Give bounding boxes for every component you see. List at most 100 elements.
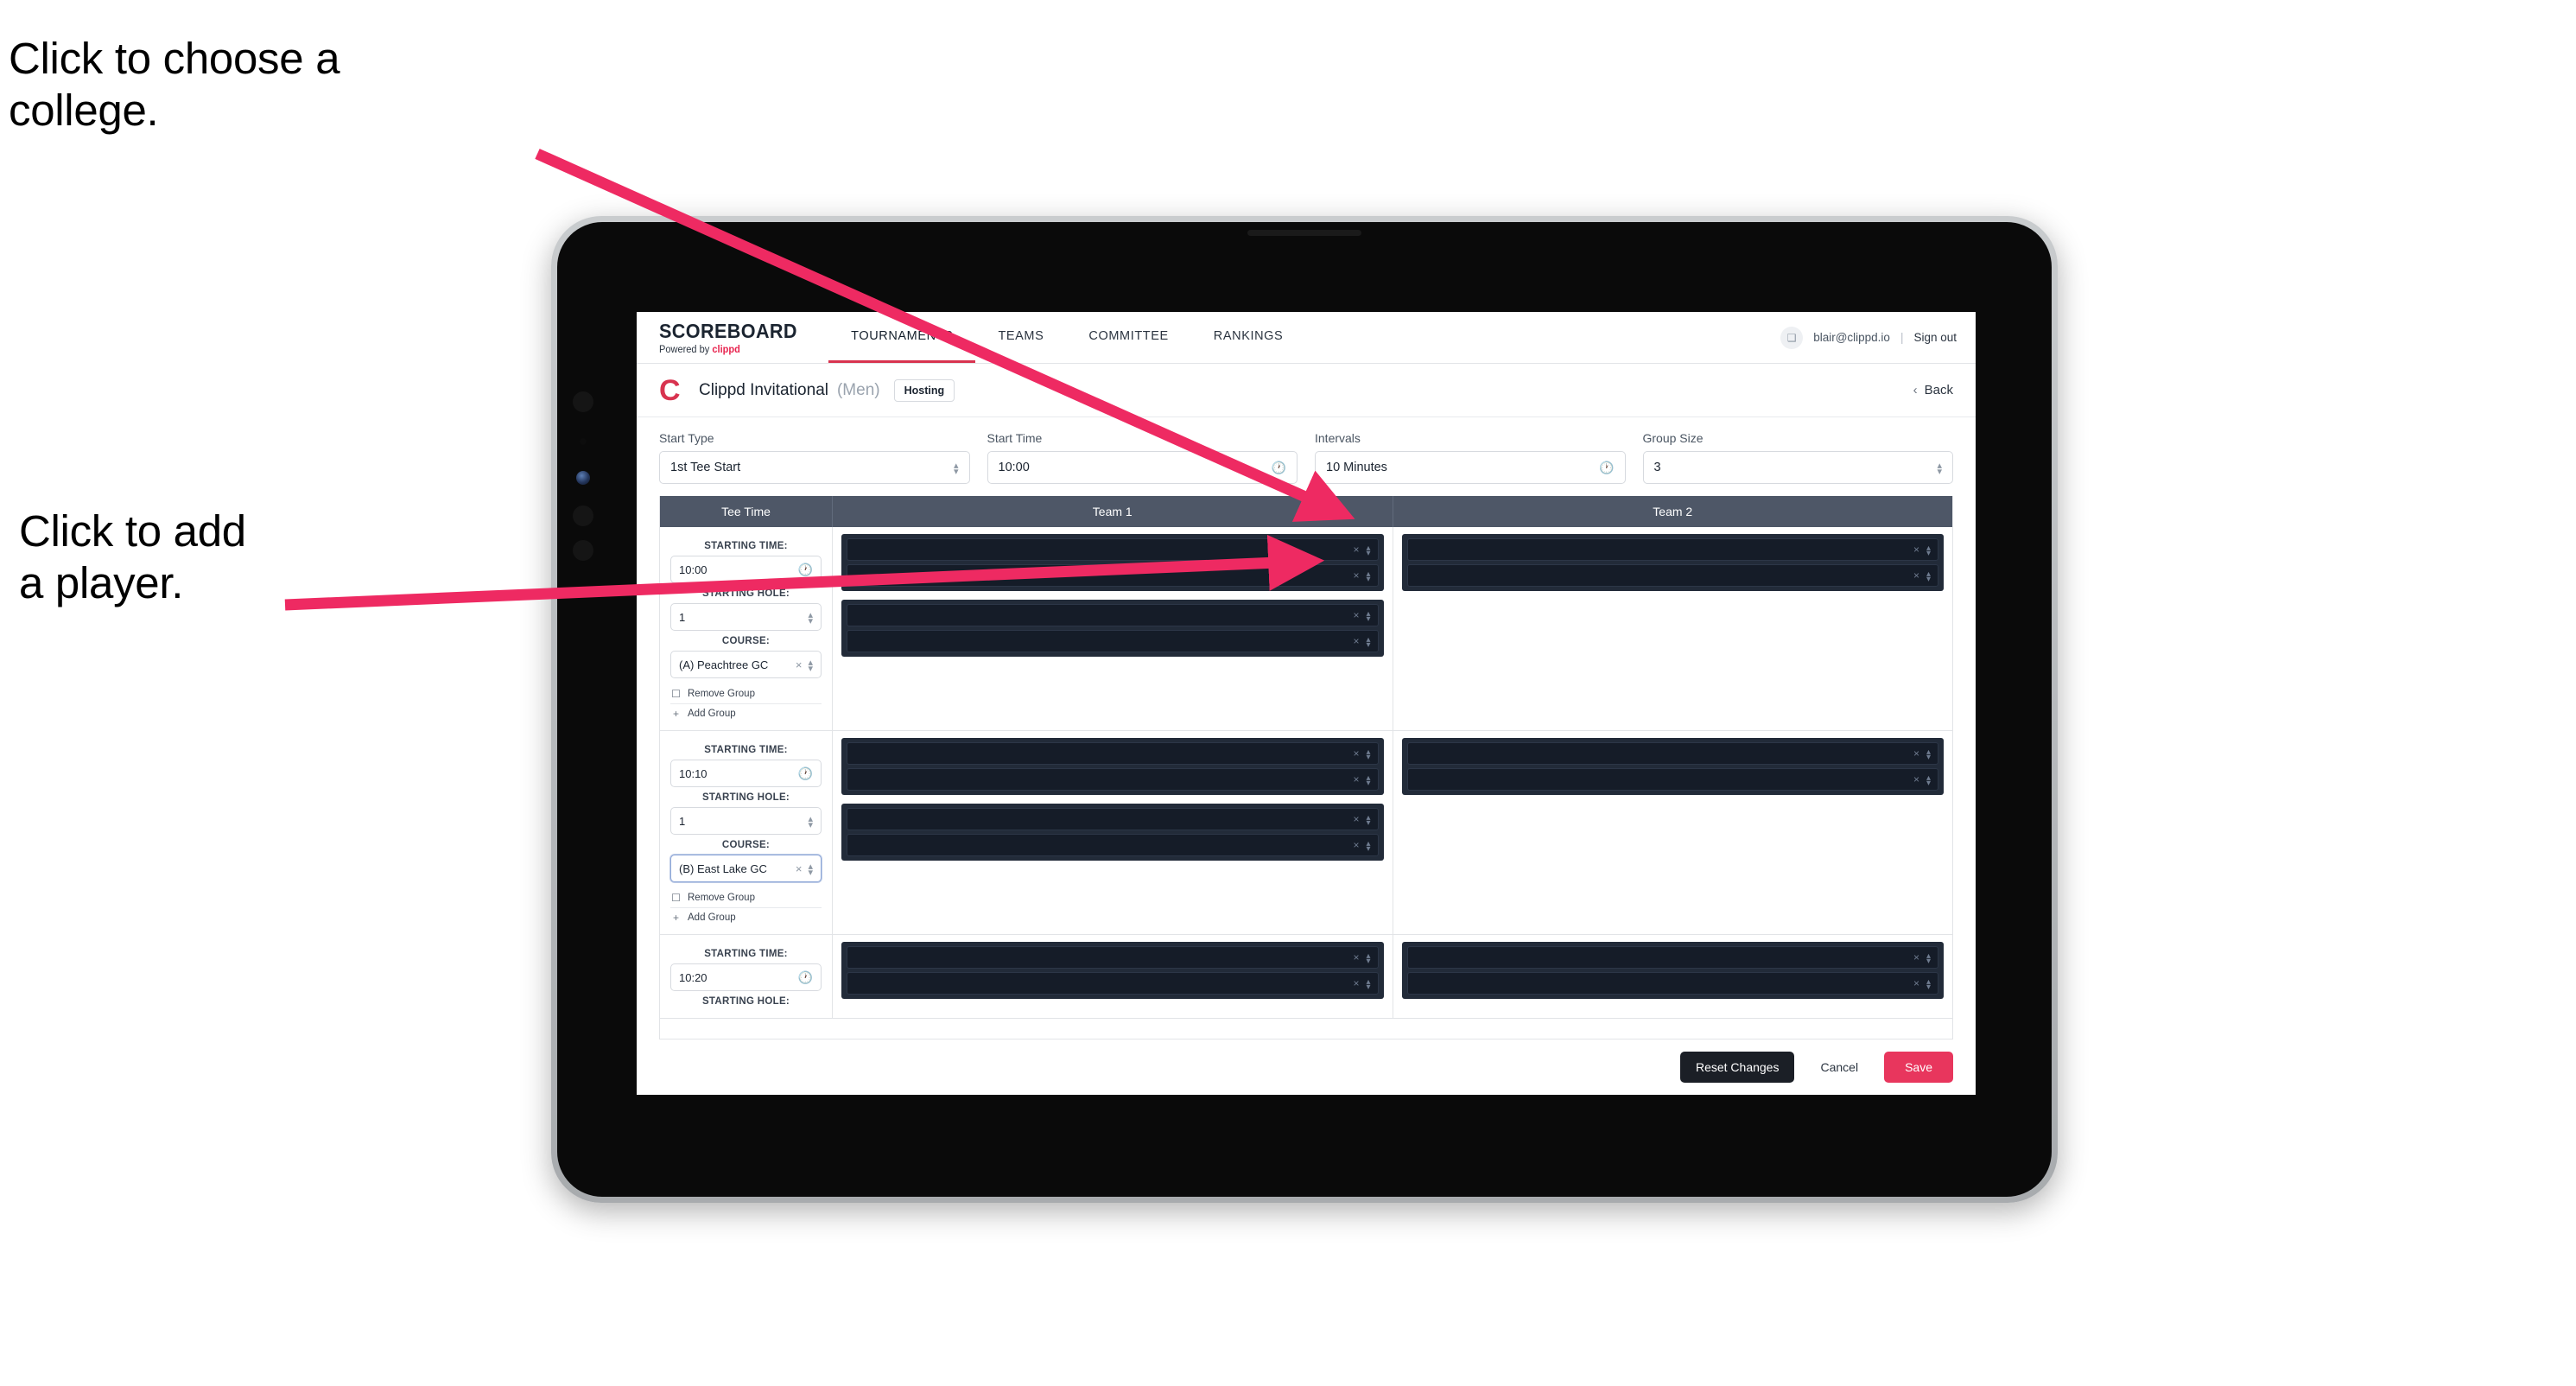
plus-icon: + [672,912,679,924]
player-slot[interactable]: × ▴ ▾ [1406,768,1938,791]
player-group: × ▴ ▾ × ▴ ▾ [841,942,1384,999]
player-slot[interactable]: × ▴ ▾ [847,972,1379,995]
player-slot[interactable]: × ▴ ▾ [847,630,1379,652]
start-time-input[interactable]: 10:00 🕐 [987,451,1298,484]
starting-time-input[interactable]: 10:00 🕐 [670,556,822,583]
clear-icon[interactable]: × [1913,951,1919,963]
player-slot[interactable]: × ▴ ▾ [847,834,1379,856]
add-group-button[interactable]: + Add Group [670,907,822,927]
course-select[interactable]: (A) Peachtree GC × ▴ ▾ [670,651,822,678]
clear-icon[interactable]: × [1353,544,1359,556]
chevron-updown-icon: ▴ ▾ [1926,544,1931,558]
column-header-team-1: Team 1 [833,496,1393,527]
player-group: × ▴ ▾ × ▴ ▾ [1401,942,1944,999]
team-2-cell: × ▴ ▾ × ▴ ▾ [1393,731,1953,934]
brand-logo[interactable]: SCOREBOARD Powered by clippd [637,312,828,363]
team-1-cell: × ▴ ▾ × ▴ ▾ [833,935,1393,1018]
player-slot[interactable]: × ▴ ▾ [1406,538,1938,561]
start-type-select[interactable]: 1st Tee Start ▴ ▾ [659,451,970,484]
back-button[interactable]: ‹ Back [1913,383,1953,397]
clear-icon[interactable]: × [1353,569,1359,582]
nav-tab-committee[interactable]: COMMITTEE [1066,312,1190,363]
starting-time-input[interactable]: 10:20 🕐 [670,963,822,991]
nav-tab-rankings[interactable]: RANKINGS [1191,312,1306,363]
table-row: STARTING TIME: 10:20 🕐 STARTING HOLE: × ▴ ▾ × ▴ ▾… [660,935,1952,1019]
remove-group-button[interactable]: ☐ Remove Group [670,888,822,907]
remove-group-button-label: Remove Group [688,689,755,699]
top-navigation-bar: SCOREBOARD Powered by clippd TOURNAMENTS… [637,312,1976,364]
tablet-speaker [1247,230,1361,236]
add-group-button[interactable]: + Add Group [670,703,822,723]
player-slot[interactable]: × ▴ ▾ [1406,742,1938,765]
label-course: COURSE: [721,636,771,646]
column-header-tee-time: Tee Time [660,496,833,527]
starting-time-input[interactable]: 10:10 🕐 [670,760,822,787]
reset-changes-button[interactable]: Reset Changes [1679,1052,1795,1083]
brand-tagline: Powered by clippd [659,345,800,355]
back-label: Back [1924,383,1953,397]
tablet-screen: SCOREBOARD Powered by clippd TOURNAMENTS… [557,222,2052,1197]
clear-icon[interactable]: × [1353,609,1359,621]
label-starting-hole: STARTING HOLE: [701,792,790,803]
player-slot[interactable]: × ▴ ▾ [1406,946,1938,969]
table-row: STARTING TIME: 10:00 🕐 STARTING HOLE: 1 ▴ ▾ COU… [660,527,1952,731]
cancel-button[interactable]: Cancel [1806,1052,1872,1083]
brand-name: SCOREBOARD [659,320,797,342]
tee-time-cell: STARTING TIME: 10:10 🕐 STARTING HOLE: 1 ▴ ▾ COU… [660,731,833,934]
clear-icon[interactable]: × [1913,569,1919,582]
player-slot[interactable]: × ▴ ▾ [847,768,1379,791]
chevron-updown-icon: ▴ ▾ [1366,747,1371,762]
course-select[interactable]: (B) East Lake GC × ▴ ▾ [670,855,822,882]
label-start-type: Start Type [659,431,714,445]
tablet-device: SCOREBOARD Powered by clippd TOURNAMENTS… [551,216,2058,1203]
clear-icon[interactable]: × [1353,747,1359,760]
plus-icon: + [672,708,679,720]
player-slot[interactable]: × ▴ ▾ [847,742,1379,765]
field-start-type: Start Type 1st Tee Start ▴ ▾ [659,431,970,484]
clear-icon[interactable]: × [1353,635,1359,647]
clear-icon[interactable]: × [1353,977,1359,989]
chevron-updown-icon: ▴ ▾ [1366,635,1371,650]
label-intervals: Intervals [1315,431,1361,445]
starting-hole-stepper[interactable]: 1 ▴ ▾ [670,603,822,631]
remove-group-button[interactable]: ☐ Remove Group [670,684,822,703]
clear-icon[interactable]: × [1353,951,1359,963]
clear-icon[interactable]: × [1353,813,1359,825]
intervals-input[interactable]: 10 Minutes 🕐 [1315,451,1626,484]
save-button[interactable]: Save [1884,1052,1953,1083]
remove-group-button-label: Remove Group [688,893,755,903]
clear-icon[interactable]: × [1913,773,1919,785]
player-group: × ▴ ▾ × ▴ ▾ [841,600,1384,657]
starting-time-input-value: 10:00 [679,563,707,576]
clear-icon[interactable]: × [796,658,803,671]
player-slot[interactable]: × ▴ ▾ [847,538,1379,561]
nav-tab-tournaments[interactable]: TOURNAMENTS [828,312,976,363]
player-group: × ▴ ▾ × ▴ ▾ [1401,534,1944,591]
sign-out-link[interactable]: Sign out [1913,331,1957,344]
player-slot[interactable]: × ▴ ▾ [847,564,1379,587]
clear-icon[interactable]: × [1913,747,1919,760]
start-type-value: 1st Tee Start [670,461,741,474]
clock-icon: 🕐 [797,562,813,576]
starting-hole-stepper[interactable]: 1 ▴ ▾ [670,807,822,835]
nav-tab-teams[interactable]: TEAMS [975,312,1066,363]
chevron-updown-icon: ▴ ▾ [953,461,959,477]
player-slot[interactable]: × ▴ ▾ [1406,972,1938,995]
clear-icon[interactable]: × [1913,544,1919,556]
player-group: × ▴ ▾ × ▴ ▾ [841,804,1384,861]
clear-icon[interactable]: × [1353,773,1359,785]
player-slot[interactable]: × ▴ ▾ [1406,564,1938,587]
clear-icon[interactable]: × [1913,977,1919,989]
player-group: × ▴ ▾ × ▴ ▾ [841,738,1384,795]
clear-icon[interactable]: × [1353,839,1359,851]
player-slot[interactable]: × ▴ ▾ [847,604,1379,626]
starting-hole-stepper-value: 1 [679,610,686,624]
field-intervals: Intervals 10 Minutes 🕐 [1315,431,1626,484]
bezel-mic-icon [580,438,587,445]
player-slot[interactable]: × ▴ ▾ [847,808,1379,830]
avatar[interactable]: ❑ [1780,326,1804,349]
clear-icon[interactable]: × [796,862,803,875]
bezel-sensor-icon [573,540,593,561]
group-size-stepper[interactable]: 3 ▴ ▾ [1642,451,1953,484]
player-slot[interactable]: × ▴ ▾ [847,946,1379,969]
